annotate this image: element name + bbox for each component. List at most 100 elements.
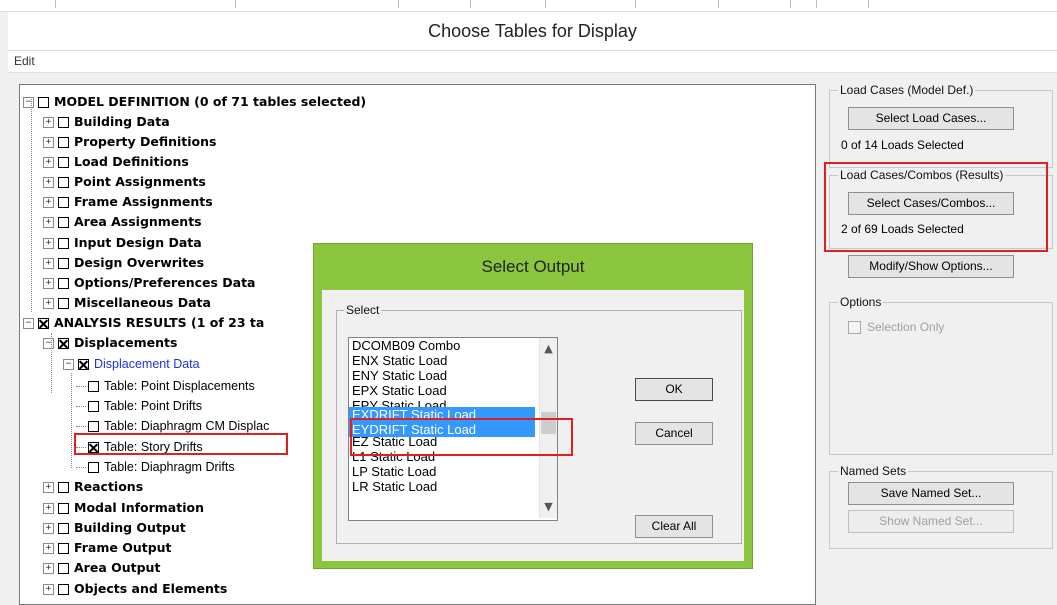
list-item[interactable]: ENX Static Load	[352, 353, 447, 368]
expand-icon[interactable]: +	[43, 258, 54, 269]
expand-icon[interactable]: +	[43, 157, 54, 168]
expand-icon[interactable]: +	[43, 278, 54, 289]
list-item[interactable]: DCOMB09 Combo	[352, 338, 460, 353]
checkbox[interactable]	[58, 217, 69, 228]
checkbox[interactable]	[58, 238, 69, 249]
checkbox[interactable]	[88, 381, 99, 393]
collapse-icon[interactable]: −	[43, 338, 54, 349]
select-output-dialog: Select Output Select DCOMB09 Combo ENX S…	[313, 243, 753, 569]
collapse-icon[interactable]: −	[23, 318, 34, 329]
dialog-body: Select DCOMB09 Combo ENX Static Load ENY…	[322, 290, 744, 561]
tree-item-building-data[interactable]: + Building Data	[43, 112, 170, 132]
collapse-icon[interactable]: −	[23, 97, 34, 108]
tree-item-objects-elements[interactable]: + Objects and Elements	[43, 579, 227, 599]
tree-item-input-design-data[interactable]: + Input Design Data	[43, 233, 202, 253]
checkbox[interactable]	[58, 177, 69, 188]
scroll-down-icon[interactable]: ▼	[540, 498, 557, 515]
show-named-set-button[interactable]: Show Named Set...	[848, 510, 1014, 533]
list-item[interactable]: LR Static Load	[352, 479, 437, 494]
expand-icon[interactable]: +	[43, 217, 54, 228]
checkbox[interactable]	[58, 523, 69, 534]
list-item[interactable]: LP Static Load	[352, 464, 436, 479]
checkbox[interactable]	[58, 278, 69, 289]
list-item[interactable]: EPX Static Load	[352, 383, 447, 398]
checkbox[interactable]	[88, 401, 99, 413]
checkbox[interactable]	[58, 258, 69, 269]
tree-item-diaphragm-cm-displacements[interactable]: Table: Diaphragm CM Displac	[88, 416, 269, 436]
checkbox-checked[interactable]	[58, 338, 69, 349]
tree-item-building-output[interactable]: + Building Output	[43, 518, 186, 538]
menu-edit[interactable]: Edit	[14, 54, 35, 68]
expand-icon[interactable]: +	[43, 137, 54, 148]
expand-icon[interactable]: +	[43, 238, 54, 249]
tree-item-point-drifts[interactable]: Table: Point Drifts	[88, 396, 202, 416]
list-item-selected[interactable]: EYDRIFT Static Load	[349, 422, 535, 437]
tree-item-point-displacements[interactable]: Table: Point Displacements	[88, 376, 255, 396]
checkbox-checked[interactable]	[88, 442, 99, 454]
tree-item-modal-information[interactable]: + Modal Information	[43, 498, 204, 518]
cancel-button[interactable]: Cancel	[635, 422, 713, 445]
tree-item-design-overwrites[interactable]: + Design Overwrites	[43, 253, 204, 273]
ok-button[interactable]: OK	[635, 378, 713, 401]
tree-item-point-assignments[interactable]: + Point Assignments	[43, 172, 206, 192]
tree-item-reactions[interactable]: + Reactions	[43, 477, 143, 497]
expand-icon[interactable]: +	[43, 197, 54, 208]
listbox-scrollbar[interactable]: ▲ ▼	[539, 338, 557, 518]
checkbox[interactable]	[58, 584, 69, 595]
tree-item-options-preferences[interactable]: + Options/Preferences Data	[43, 273, 256, 293]
checkbox[interactable]	[58, 543, 69, 554]
expand-icon[interactable]: +	[43, 584, 54, 595]
selection-only-checkbox[interactable]	[848, 321, 861, 334]
tree-item-model-definition[interactable]: − MODEL DEFINITION (0 of 71 tables select…	[23, 92, 366, 112]
tree-item-analysis-results[interactable]: − ANALYSIS RESULTS (1 of 23 ta	[23, 313, 264, 333]
tree-item-property-definitions[interactable]: + Property Definitions	[43, 132, 216, 152]
combos-count: 2 of 69 Loads Selected	[841, 222, 964, 236]
expand-icon[interactable]: +	[43, 298, 54, 309]
checkbox[interactable]	[58, 137, 69, 148]
tree-item-diaphragm-drifts[interactable]: Table: Diaphragm Drifts	[88, 457, 235, 477]
tree-item-load-definitions[interactable]: + Load Definitions	[43, 152, 189, 172]
checkbox[interactable]	[88, 462, 99, 474]
tree-item-displacement-data[interactable]: − Displacement Data	[63, 354, 200, 374]
expand-icon[interactable]: +	[43, 503, 54, 514]
checkbox[interactable]	[88, 421, 99, 433]
checkbox[interactable]	[58, 197, 69, 208]
checkbox[interactable]	[58, 563, 69, 574]
expand-icon[interactable]: +	[43, 177, 54, 188]
tree-item-displacements[interactable]: − Displacements	[43, 333, 177, 353]
expand-icon[interactable]: +	[43, 543, 54, 554]
expand-icon[interactable]: +	[43, 523, 54, 534]
tree-item-area-assignments[interactable]: + Area Assignments	[43, 212, 202, 232]
select-load-cases-button[interactable]: Select Load Cases...	[848, 107, 1014, 130]
list-item[interactable]: ENY Static Load	[352, 368, 447, 383]
checkbox-checked[interactable]	[38, 318, 49, 329]
expand-icon[interactable]: +	[43, 563, 54, 574]
modify-show-options-button[interactable]: Modify/Show Options...	[848, 255, 1014, 278]
expand-icon[interactable]: +	[43, 482, 54, 493]
clear-all-button[interactable]: Clear All	[635, 515, 713, 538]
menu-bar: Edit	[8, 51, 1057, 73]
save-named-set-button[interactable]: Save Named Set...	[848, 482, 1014, 505]
tree-item-area-output[interactable]: + Area Output	[43, 558, 160, 578]
collapse-icon[interactable]: −	[63, 359, 74, 371]
checkbox[interactable]	[58, 157, 69, 168]
select-cases-combos-button[interactable]: Select Cases/Combos...	[848, 192, 1014, 215]
list-item-selected[interactable]: EXDRIFT Static Load	[349, 407, 535, 422]
list-item[interactable]: EZ Static Load	[352, 437, 437, 449]
expand-icon[interactable]: +	[43, 117, 54, 128]
scrollbar-thumb[interactable]	[541, 412, 556, 434]
checkbox[interactable]	[58, 482, 69, 493]
tree-item-frame-assignments[interactable]: + Frame Assignments	[43, 192, 213, 212]
tree-item-miscellaneous[interactable]: + Miscellaneous Data	[43, 293, 211, 313]
checkbox-checked[interactable]	[78, 359, 89, 371]
list-item[interactable]: EPY Static Load	[352, 398, 446, 407]
checkbox[interactable]	[58, 117, 69, 128]
tree-item-frame-output[interactable]: + Frame Output	[43, 538, 172, 558]
output-listbox[interactable]: DCOMB09 Combo ENX Static Load ENY Static…	[348, 337, 558, 521]
list-item[interactable]: L1 Static Load	[352, 449, 435, 464]
scroll-up-icon[interactable]: ▲	[540, 340, 557, 357]
checkbox[interactable]	[38, 97, 49, 108]
checkbox[interactable]	[58, 503, 69, 514]
tree-item-story-drifts[interactable]: Table: Story Drifts	[88, 437, 203, 457]
checkbox[interactable]	[58, 298, 69, 309]
